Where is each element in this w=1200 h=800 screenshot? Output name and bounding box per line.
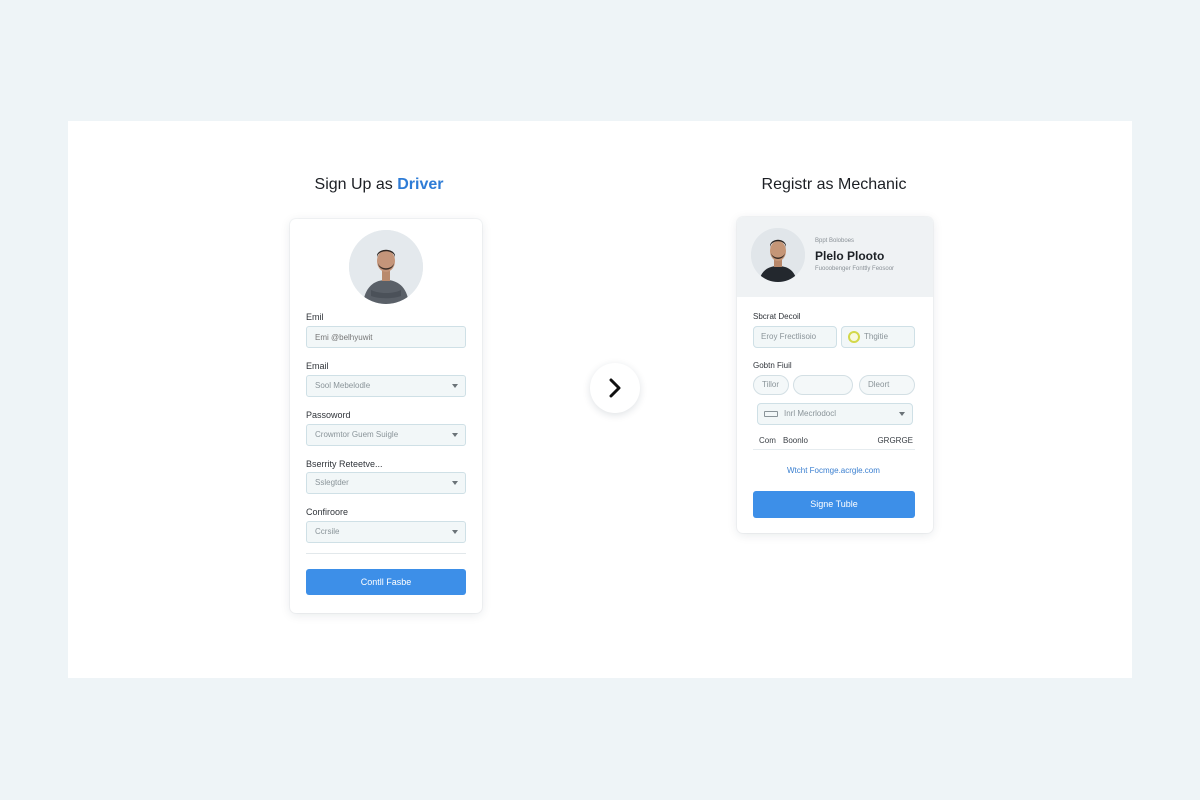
mechanic-pill-3[interactable]: Dleort [859, 375, 915, 395]
emil-label: Emil [306, 312, 324, 322]
profile-name: Plelo Plooto [815, 249, 885, 263]
mechanic-submit-button[interactable]: Signe Tuble [753, 491, 915, 518]
mechanic-select-value: Inrl Mecrlodocl [784, 409, 837, 418]
chevron-down-icon [452, 433, 458, 437]
mechanic-link[interactable]: Wtcht Focmge.acrgle.com [787, 466, 880, 475]
chevron-down-icon [899, 412, 905, 416]
mechanic-input-1[interactable]: Eroy Frectlisoio [753, 326, 837, 348]
driver-heading-accent: Driver [397, 176, 444, 193]
mechanic-avatar[interactable] [751, 228, 805, 282]
mechanic-pill-2[interactable] [793, 375, 853, 395]
profile-header: Bppt Boloboes Plelo Plooto Fuooobenger F… [737, 217, 933, 297]
next-button[interactable] [590, 363, 640, 413]
mechanic-select[interactable]: Inrl Mecrlodocl [757, 403, 913, 425]
mechanic-heading: Registr as Mechanic [761, 176, 907, 193]
showcase-canvas: Sign Up as Driver Emil Email Sool Mebelo… [68, 121, 1132, 678]
password-label: Passoword [306, 410, 351, 420]
mechanic-signup-card: Bppt Boloboes Plelo Plooto Fuooobenger F… [737, 217, 933, 533]
confirm-select[interactable]: Ccrsile [306, 521, 466, 543]
chevron-down-icon [452, 384, 458, 388]
mechanic-input-2-value: Thgitie [864, 332, 889, 341]
profile-kicker: Bppt Boloboes [815, 238, 855, 244]
person-photo-icon [751, 228, 805, 282]
chevron-down-icon [452, 530, 458, 534]
email-select-value: Sool Mebelodle [315, 381, 371, 390]
security-select-value: Sslegtder [315, 478, 349, 487]
password-select-value: Crowmtor Guem Suigle [315, 430, 399, 439]
chevron-down-icon [452, 481, 458, 485]
row-right-text: GRGRGE [877, 436, 913, 445]
driver-avatar[interactable] [349, 230, 423, 304]
row-left-text: Com [759, 436, 776, 445]
mechanic-input-2[interactable]: Thgitie [841, 326, 915, 348]
driver-heading-prefix: Sign Up as [314, 176, 398, 193]
section2-label: Gobtn Fiuil [753, 361, 792, 370]
status-circle-icon [848, 331, 860, 343]
security-label: Bserrity Reteetve... [306, 459, 383, 469]
profile-subtitle: Fuooobenger Fonttly Feosoor [815, 266, 895, 272]
section1-label: Sbcrat Decoil [753, 312, 801, 321]
email-select[interactable]: Sool Mebelodle [306, 375, 466, 397]
chevron-right-icon [609, 378, 621, 398]
emil-input[interactable] [306, 326, 466, 348]
password-select[interactable]: Crowmtor Guem Suigle [306, 424, 466, 446]
row-middle-text: Boonlo [783, 436, 808, 445]
security-select[interactable]: Sslegtder [306, 472, 466, 494]
driver-submit-button[interactable]: Contll Fasbe [306, 569, 466, 595]
driver-heading: Sign Up as Driver [315, 176, 444, 194]
driver-signup-card: Emil Email Sool Mebelodle Passoword Crow… [290, 219, 482, 613]
mechanic-pill-1[interactable]: Tillor [753, 375, 789, 395]
confirm-label: Confiroore [306, 507, 349, 517]
mechanic-info-row: Com Boonlo GRGRGE [753, 432, 915, 450]
card-icon [764, 411, 778, 417]
email-label: Email [306, 361, 329, 371]
confirm-select-value: Ccrsile [315, 527, 340, 536]
person-photo-icon [349, 230, 423, 304]
form-divider [306, 553, 466, 554]
